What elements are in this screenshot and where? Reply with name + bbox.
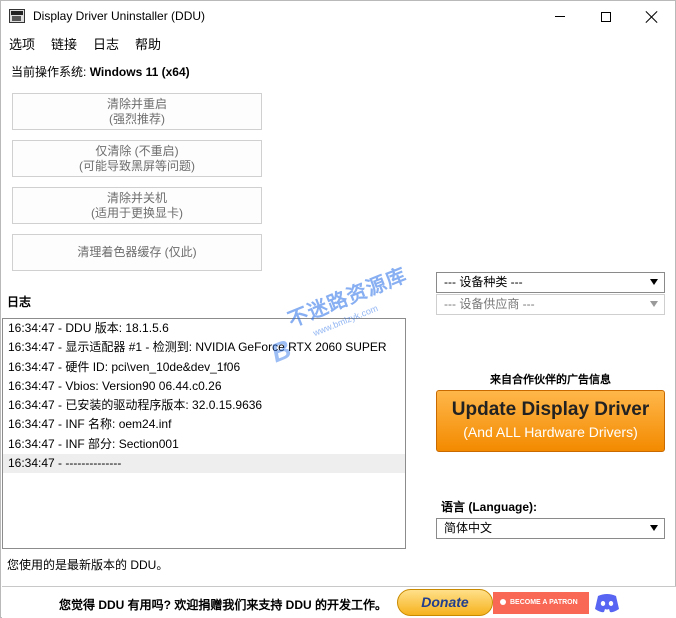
clean-and-restart-button[interactable]: 清除并重启 (强烈推荐): [12, 93, 262, 130]
update-driver-ad-banner[interactable]: Update Display Driver (And ALL Hardware …: [436, 390, 665, 452]
minimize-button[interactable]: [537, 1, 583, 32]
discord-icon: [595, 594, 619, 613]
button-label: 清除并关机: [106, 190, 167, 205]
become-patron-button[interactable]: BECOME A PATRON: [493, 592, 589, 614]
log-entry[interactable]: 16:34:47 - DDU 版本: 18.1.5.6: [3, 319, 405, 338]
close-button[interactable]: [629, 1, 675, 32]
clean-no-restart-button[interactable]: 仅清除 (不重启) (可能导致黑屏等问题): [12, 140, 262, 177]
ad-subtitle: (And ALL Hardware Drivers): [463, 424, 638, 440]
log-label: 日志: [7, 295, 32, 309]
log-entry[interactable]: 16:34:47 - Vbios: Version90 06.44.c0.26: [3, 377, 405, 396]
ad-label: 来自合作伙伴的广告信息: [490, 374, 611, 386]
clean-shader-cache-button[interactable]: 清理着色器缓存 (仅此): [12, 234, 262, 271]
button-label: 清理着色器缓存 (仅此): [77, 245, 197, 259]
menu-help[interactable]: 帮助: [127, 34, 169, 56]
ad-title: Update Display Driver: [451, 399, 650, 420]
menu-bar: 选项 链接 日志 帮助: [1, 34, 169, 56]
dropdown-arrow-icon: [650, 301, 658, 307]
dropdown-arrow-icon: [650, 525, 658, 531]
language-dropdown[interactable]: 简体中文: [436, 518, 665, 539]
button-sublabel: (可能导致黑屏等问题): [79, 158, 195, 173]
maximize-icon: [601, 11, 611, 22]
log-entry[interactable]: 16:34:47 - INF 部分: Section001: [3, 435, 405, 454]
ddu-window: Display Driver Uninstaller (DDU) 选项 链接 日…: [0, 0, 676, 618]
button-sublabel: (适用于更换显卡): [91, 205, 183, 220]
log-entry[interactable]: 16:34:47 - 硬件 ID: pci\ven_10de&dev_1f06: [3, 358, 405, 377]
button-sublabel: (强烈推荐): [109, 111, 165, 126]
minimize-icon: [555, 16, 565, 17]
log-entry[interactable]: 16:34:47 - 显示适配器 #1 - 检测到: NVIDIA GeForc…: [3, 338, 405, 357]
ddu-app-icon: [9, 9, 25, 23]
discord-button[interactable]: [594, 592, 620, 614]
button-label: 清除并重启: [106, 96, 167, 111]
os-info: 当前操作系统: Windows 11 (x64): [11, 63, 190, 80]
button-label: 仅清除 (不重启): [95, 143, 179, 158]
donation-footer: 您觉得 DDU 有用吗? 欢迎捐赠我们来支持 DDU 的开发工作。 Donate…: [2, 586, 676, 618]
menu-links[interactable]: 链接: [43, 34, 85, 56]
device-type-dropdown[interactable]: --- 设备种类 ---: [436, 272, 665, 293]
log-entry-selected[interactable]: 16:34:47 - --------------: [3, 454, 405, 474]
close-icon: [646, 11, 658, 23]
menu-options[interactable]: 选项: [1, 34, 43, 56]
patron-label: BECOME A PATRON: [510, 599, 578, 606]
log-list[interactable]: 16:34:47 - DDU 版本: 18.1.5.6 16:34:47 - 显…: [2, 318, 406, 549]
patreon-icon: [500, 599, 506, 606]
device-vendor-dropdown[interactable]: --- 设备供应商 ---: [436, 294, 665, 315]
dropdown-value: --- 设备供应商 ---: [444, 297, 535, 311]
dropdown-value: --- 设备种类 ---: [444, 275, 523, 289]
window-title: Display Driver Uninstaller (DDU): [33, 9, 206, 23]
status-message: 您使用的是最新版本的 DDU。: [7, 558, 169, 572]
os-value: Windows 11 (x64): [89, 65, 190, 79]
clean-and-shutdown-button[interactable]: 清除并关机 (适用于更换显卡): [12, 187, 262, 224]
log-entry[interactable]: 16:34:47 - INF 名称: oem24.inf: [3, 415, 405, 434]
donation-message: 您觉得 DDU 有用吗? 欢迎捐赠我们来支持 DDU 的开发工作。: [59, 598, 387, 612]
menu-log[interactable]: 日志: [85, 34, 127, 56]
dropdown-arrow-icon: [650, 279, 658, 285]
donate-button[interactable]: Donate: [397, 589, 493, 616]
maximize-button[interactable]: [583, 1, 629, 32]
title-bar[interactable]: Display Driver Uninstaller (DDU): [1, 1, 675, 32]
language-label: 语言 (Language):: [441, 500, 537, 514]
log-entry[interactable]: 16:34:47 - 已安装的驱动程序版本: 32.0.15.9636: [3, 396, 405, 415]
os-label: 当前操作系统:: [11, 65, 87, 79]
dropdown-value: 简体中文: [444, 521, 493, 535]
